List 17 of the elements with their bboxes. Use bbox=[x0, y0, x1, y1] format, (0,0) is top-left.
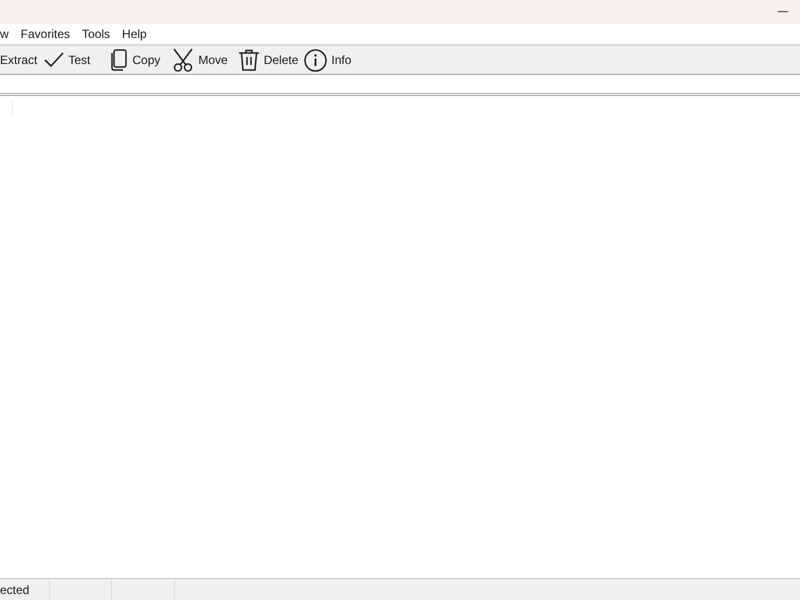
trash-icon bbox=[238, 49, 260, 71]
toolbar-button[interactable]: Copy bbox=[108, 46, 170, 74]
menu-item[interactable]: Tools bbox=[82, 25, 110, 43]
toolbar-button[interactable]: Test bbox=[42, 46, 108, 74]
menu-item[interactable]: Help bbox=[122, 25, 147, 43]
status-text: ected bbox=[0, 582, 30, 598]
menu-item[interactable]: w bbox=[0, 25, 9, 43]
toolbar-button[interactable]: Delete bbox=[236, 46, 302, 74]
toolbar-button[interactable]: Extract bbox=[0, 46, 42, 74]
copy-icon bbox=[110, 49, 128, 71]
toolbar-button[interactable]: Move bbox=[170, 46, 236, 74]
minimize-icon[interactable] bbox=[778, 11, 788, 13]
checkmark-icon bbox=[44, 52, 64, 68]
menu-item[interactable]: Favorites bbox=[20, 25, 70, 43]
scissors-icon bbox=[172, 48, 194, 72]
info-icon bbox=[304, 48, 328, 72]
toolbar-button[interactable]: Info bbox=[302, 46, 356, 74]
